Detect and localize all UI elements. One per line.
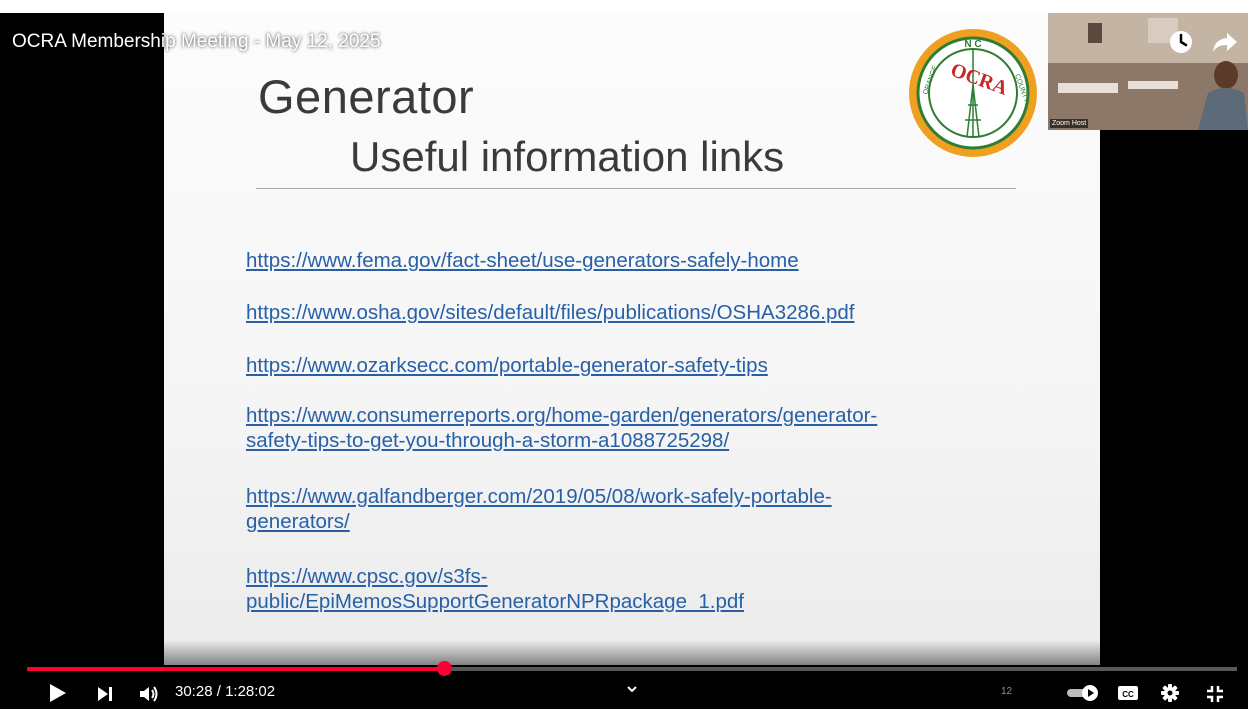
share-icon[interactable] bbox=[1211, 28, 1239, 56]
volume-icon[interactable] bbox=[138, 684, 160, 704]
presentation-slide: Generator Useful information links https… bbox=[164, 13, 1100, 665]
slide-link-5-line-1[interactable]: https://www.galfandberger.com/2019/05/08… bbox=[246, 485, 832, 508]
slide-title: Generator bbox=[258, 70, 475, 123]
progress-bar[interactable] bbox=[27, 661, 1237, 676]
captions-icon[interactable]: CC bbox=[1117, 684, 1139, 702]
next-icon[interactable] bbox=[96, 685, 114, 703]
ocra-logo: N C OCRA ORANGE COUNTY bbox=[909, 29, 1037, 157]
play-icon[interactable] bbox=[46, 682, 68, 704]
slide-subtitle: Useful information links bbox=[350, 133, 785, 180]
time-separator: / bbox=[212, 683, 226, 700]
video-title[interactable]: OCRA Membership Meeting - May 12, 2025 bbox=[12, 31, 381, 53]
slide-link-1-line-1[interactable]: https://www.fema.gov/fact-sheet/use-gene… bbox=[246, 249, 799, 272]
chevron-down-icon[interactable] bbox=[625, 682, 639, 696]
slide-link-5-line-2[interactable]: generators/ bbox=[246, 510, 350, 533]
slide-link-4-line-1[interactable]: https://www.consumerreports.org/home-gar… bbox=[246, 404, 877, 427]
logo-top-text: N C bbox=[964, 39, 981, 50]
svg-text:CC: CC bbox=[1122, 690, 1134, 699]
video-player[interactable]: Generator Useful information links https… bbox=[0, 0, 1248, 709]
slide-link-6-line-2[interactable]: public/EpiMemosSupportGeneratorNPRpackag… bbox=[246, 590, 744, 613]
gear-icon[interactable] bbox=[1160, 683, 1180, 703]
page-top-strip bbox=[0, 0, 1248, 13]
webcam-label: Zoom Host bbox=[1050, 119, 1089, 128]
slide-link-3-line-1[interactable]: https://www.ozarksecc.com/portable-gener… bbox=[246, 354, 768, 377]
current-time: 30:28 bbox=[175, 683, 213, 700]
slide-divider bbox=[256, 188, 1016, 189]
slide-link-4-line-2[interactable]: safety-tips-to-get-you-through-a-storm-a… bbox=[246, 429, 729, 452]
exit-fullscreen-icon[interactable] bbox=[1205, 684, 1225, 704]
subtitle-track-number: 12 bbox=[1001, 686, 1013, 697]
slide-link-2-line-1[interactable]: https://www.osha.gov/sites/default/files… bbox=[246, 301, 855, 324]
duration: 1:28:02 bbox=[225, 683, 276, 700]
progress-played bbox=[27, 667, 445, 671]
clock-icon[interactable] bbox=[1167, 28, 1195, 56]
slide-link-6-line-1[interactable]: https://www.cpsc.gov/s3fs- bbox=[246, 565, 488, 588]
time-display: 30:28 / 1:28:02 bbox=[175, 683, 275, 700]
autoplay-toggle-icon[interactable] bbox=[1065, 684, 1101, 702]
